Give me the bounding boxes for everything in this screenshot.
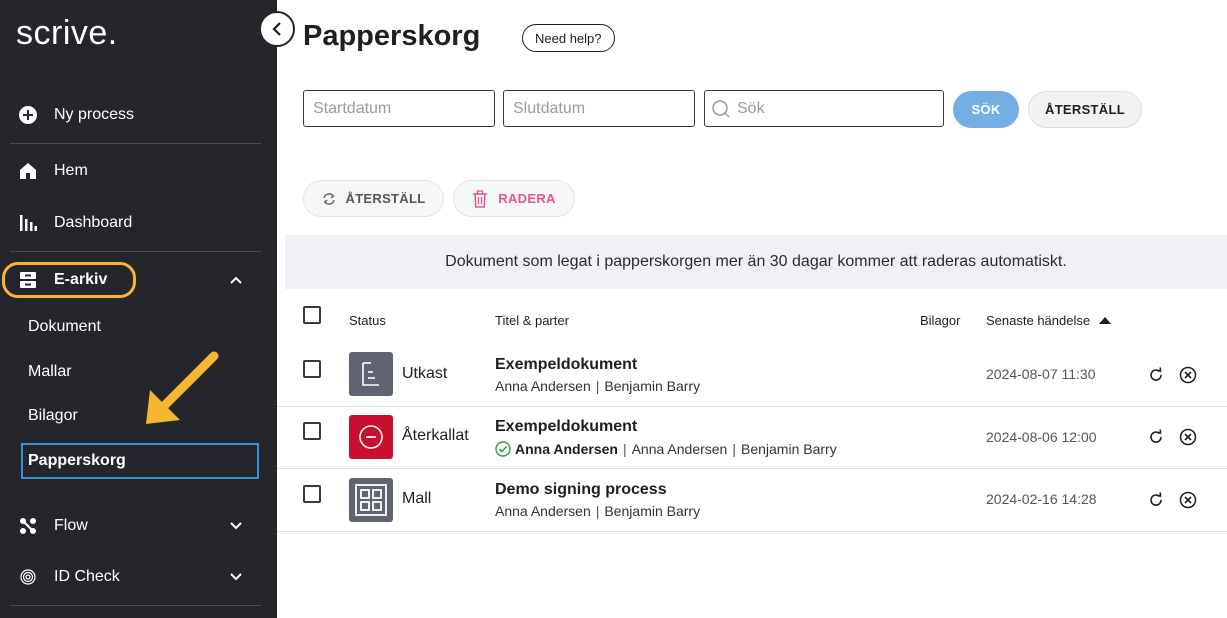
reset-filters-button[interactable]: ÅTERSTÄLL bbox=[1028, 91, 1142, 128]
plus-circle-icon bbox=[18, 105, 38, 125]
sidebar-item-label: Hem bbox=[54, 162, 88, 179]
sidebar-item-label: Ny process bbox=[54, 106, 135, 123]
search-icon bbox=[712, 99, 730, 118]
status-label: Utkast bbox=[402, 365, 448, 382]
restore-row-icon[interactable] bbox=[1147, 491, 1165, 509]
party-separator: | bbox=[595, 503, 600, 519]
search-field[interactable] bbox=[704, 90, 944, 127]
sidebar: scrive. Ny process Hem Dashboard E-arkiv… bbox=[0, 0, 277, 618]
search-input[interactable] bbox=[737, 99, 943, 118]
sidebar-item-home[interactable]: Hem bbox=[0, 151, 277, 191]
sort-ascending-icon bbox=[1098, 317, 1111, 324]
row-divider bbox=[277, 531, 1227, 532]
delete-row-icon[interactable] bbox=[1179, 428, 1197, 446]
sidebar-item-flow[interactable]: Flow bbox=[0, 506, 277, 546]
document-parties: Anna Andersen | Benjamin Barry bbox=[495, 378, 700, 394]
party-name: Anna Andersen bbox=[495, 378, 591, 394]
scrive-logo[interactable]: scrive. bbox=[16, 14, 118, 53]
restore-row-icon[interactable] bbox=[1147, 428, 1165, 446]
row-divider bbox=[277, 468, 1227, 469]
sidebar-item-earkiv[interactable]: E-arkiv bbox=[0, 260, 277, 300]
draft-status-icon bbox=[349, 352, 393, 396]
select-all-checkbox[interactable] bbox=[303, 306, 321, 324]
sidebar-item-label: E-arkiv bbox=[54, 271, 108, 288]
document-title[interactable]: Demo signing process bbox=[495, 481, 667, 499]
sidebar-item-label: ID Check bbox=[54, 568, 120, 585]
restore-button-label: ÅTERSTÄLL bbox=[345, 191, 426, 206]
revoked-status-icon bbox=[349, 415, 393, 459]
end-date-input[interactable] bbox=[513, 99, 694, 118]
fingerprint-icon bbox=[18, 567, 38, 587]
pointer-arrow-icon bbox=[146, 351, 219, 424]
last-event-date: 2024-08-06 12:00 bbox=[986, 429, 1097, 445]
refresh-icon bbox=[322, 192, 336, 206]
sidebar-item-dashboard[interactable]: Dashboard bbox=[0, 203, 277, 243]
column-header-status[interactable]: Status bbox=[349, 313, 386, 328]
party-name: Anna Andersen bbox=[631, 441, 728, 457]
document-parties: Anna Andersen | Anna Andersen | Benjamin Bar… bbox=[495, 441, 837, 457]
auto-delete-notice: Dokument som legat i papperskorgen mer ä… bbox=[285, 235, 1227, 289]
sidebar-subitem-mallar[interactable]: Mallar bbox=[28, 363, 72, 381]
status-label: Återkallat bbox=[402, 427, 469, 444]
flow-icon bbox=[18, 516, 38, 536]
last-event-date: 2024-02-16 14:28 bbox=[986, 491, 1097, 507]
trash-icon bbox=[472, 189, 488, 208]
chevron-down-icon bbox=[230, 573, 242, 581]
status-label: Mall bbox=[402, 490, 432, 507]
home-icon bbox=[18, 161, 38, 181]
archive-icon bbox=[18, 270, 38, 290]
party-separator: | bbox=[732, 441, 736, 457]
chevron-up-icon bbox=[230, 276, 242, 284]
document-parties: Anna Andersen | Benjamin Barry bbox=[495, 503, 700, 519]
row-checkbox[interactable] bbox=[303, 360, 321, 378]
start-date-input[interactable] bbox=[313, 99, 494, 118]
bar-chart-icon bbox=[18, 213, 38, 233]
delete-row-icon[interactable] bbox=[1179, 491, 1197, 509]
party-name: Anna Andersen bbox=[495, 503, 591, 519]
sidebar-divider bbox=[10, 251, 261, 252]
search-button[interactable]: SÖK bbox=[953, 91, 1019, 128]
delete-button-label: RADERA bbox=[498, 191, 556, 206]
sidebar-item-label: Dashboard bbox=[54, 214, 133, 231]
sidebar-divider bbox=[10, 143, 261, 144]
sidebar-subitem-label: Papperskorg bbox=[28, 452, 126, 469]
template-status-icon bbox=[349, 478, 393, 522]
row-divider bbox=[277, 406, 1227, 407]
party-name: Benjamin Barry bbox=[604, 378, 701, 394]
delete-button[interactable]: RADERA bbox=[453, 180, 575, 217]
row-checkbox[interactable] bbox=[303, 422, 321, 440]
start-date-field[interactable] bbox=[303, 90, 495, 127]
sidebar-divider bbox=[10, 605, 261, 606]
chevron-down-icon bbox=[230, 522, 242, 530]
party-name: Benjamin Barry bbox=[740, 441, 837, 457]
restore-button[interactable]: ÅTERSTÄLL bbox=[303, 180, 444, 217]
column-header-title[interactable]: Titel & parter bbox=[495, 313, 569, 328]
sidebar-subitem-papperskorg[interactable]: Papperskorg bbox=[21, 443, 259, 479]
signed-check-icon bbox=[495, 441, 511, 457]
sidebar-item-new-process[interactable]: Ny process bbox=[0, 95, 277, 135]
last-event-date: 2024-08-07 11:30 bbox=[986, 366, 1096, 382]
party-separator: | bbox=[622, 441, 627, 457]
party-name: Benjamin Barry bbox=[604, 503, 701, 519]
sidebar-subitem-dokument[interactable]: Dokument bbox=[28, 318, 101, 336]
end-date-field[interactable] bbox=[503, 90, 695, 127]
signed-party-name: Anna Andersen bbox=[515, 441, 618, 457]
delete-row-icon[interactable] bbox=[1179, 366, 1197, 384]
column-header-attachments[interactable]: Bilagor bbox=[920, 313, 960, 328]
sidebar-subitem-bilagor[interactable]: Bilagor bbox=[28, 407, 78, 425]
main-content: Papperskorg Need help? SÖK ÅTERSTÄLL ÅTE… bbox=[277, 0, 1227, 618]
document-title[interactable]: Exempeldokument bbox=[495, 418, 637, 436]
party-separator: | bbox=[595, 378, 600, 394]
sidebar-item-id-check[interactable]: ID Check bbox=[0, 557, 277, 597]
help-button[interactable]: Need help? bbox=[522, 24, 615, 52]
sidebar-item-label: Flow bbox=[54, 517, 88, 534]
document-title[interactable]: Exempeldokument bbox=[495, 356, 637, 374]
column-header-last-event[interactable]: Senaste händelse bbox=[986, 313, 1112, 328]
row-checkbox[interactable] bbox=[303, 485, 321, 503]
page-title: Papperskorg bbox=[303, 20, 481, 52]
column-header-label: Senaste händelse bbox=[986, 313, 1091, 328]
restore-row-icon[interactable] bbox=[1147, 366, 1165, 384]
